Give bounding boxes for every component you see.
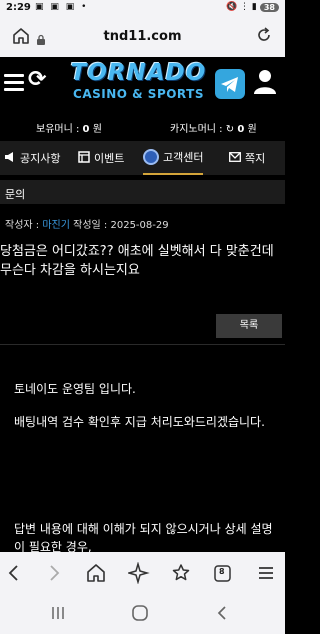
post-meta: 작성자 : 마진기 작성일 : 2025-08-29 (5, 216, 169, 231)
headset-icon (143, 149, 159, 165)
divider (0, 344, 285, 345)
casino-money: 카지노머니 : ↻ 0 원 (170, 120, 257, 135)
site-logo[interactable]: TORNADO CASINO & SPORTS (66, 60, 211, 106)
android-nav-bar (0, 594, 285, 634)
nav-item-message[interactable]: 쪽지 (229, 141, 265, 175)
reply-text: 답변 내용에 대해 이해가 되지 않으시거나 상세 설명이 필요한 경우, (14, 522, 273, 554)
status-time: 2:29 (6, 2, 31, 13)
status-icons: 🔇 ⋮ ▮ (225, 2, 257, 12)
browser-toolbar: 8 (0, 552, 285, 594)
back-icon[interactable] (3, 562, 25, 584)
event-grid-icon (78, 150, 90, 166)
nav-label: 공지사항 (20, 152, 61, 165)
reload-icon[interactable] (255, 26, 273, 48)
home-button-icon[interactable] (131, 604, 149, 626)
logo-subtitle: CASINO & SPORTS (73, 87, 204, 101)
holding-label: 보유머니 : (36, 124, 80, 135)
main-nav: 공지사항 이벤트 고객센터 쪽지 (0, 141, 285, 175)
section-title: 문의 (0, 180, 285, 204)
refresh-icon[interactable]: ↻ (226, 124, 234, 135)
logo-title: TORNADO (70, 60, 207, 86)
nav-item-support[interactable]: 고객센터 (143, 141, 204, 175)
nav-label: 이벤트 (94, 152, 125, 165)
nav-label: 고객센터 (163, 151, 204, 164)
list-button[interactable]: 목록 (216, 314, 282, 338)
author-name: 마진기 (42, 220, 70, 231)
reply-greeting: 토네이도 운영팀 입니다. (14, 382, 136, 396)
url-text[interactable]: tnd11.com (0, 29, 285, 44)
sparkle-icon[interactable] (126, 561, 150, 585)
menu-icon[interactable] (255, 562, 277, 584)
post-title: 당첨금은 어디갔죠?? 애초에 실벳해서 다 맞춘건데 무슨다 차감을 하시는지… (0, 242, 285, 280)
holding-unit: 원 (92, 124, 102, 135)
hamburger-icon[interactable] (4, 74, 24, 92)
reply-text: 배팅내역 검수 확인후 지급 처리도와드리겠습니다. (14, 415, 265, 429)
refresh-icon[interactable]: ⟳ (28, 69, 46, 91)
author-label: 작성자 : (5, 220, 40, 231)
user-icon[interactable] (252, 68, 278, 100)
system-icons: 🔇 ⋮ ▮ 38 (226, 2, 279, 12)
casino-unit: 원 (247, 124, 257, 135)
post-title-line: 당첨금은 어디갔죠?? 애초에 실벳해서 다 맞춘건데 (0, 244, 274, 259)
casino-value: 0 (237, 124, 245, 135)
holding-value: 0 (82, 124, 90, 135)
post-title-line: 무슨다 차감을 하시는지요 (0, 263, 140, 278)
nav-item-event[interactable]: 이벤트 (78, 141, 124, 175)
holding-money: 보유머니 : 0 원 (36, 120, 102, 135)
forward-icon[interactable] (43, 562, 65, 584)
casino-label: 카지노머니 : (170, 124, 223, 135)
envelope-icon (229, 151, 241, 165)
date-value: 2025-08-29 (110, 220, 169, 231)
status-bar: 2:29 ▣ ▣ ▣ • 🔇 ⋮ ▮ 38 (0, 0, 285, 17)
notification-icons: ▣ ▣ ▣ • (35, 2, 89, 12)
home-icon[interactable] (85, 562, 107, 584)
tabs-icon[interactable]: 8 (212, 562, 234, 584)
site-header: ⟳ TORNADO CASINO & SPORTS (0, 57, 285, 111)
back-button-icon[interactable] (214, 604, 230, 626)
nav-label: 쪽지 (245, 152, 266, 165)
tabs-count: 8 (219, 567, 225, 576)
megaphone-icon (4, 151, 16, 166)
money-bar: 보유머니 : 0 원 카지노머니 : ↻ 0 원 (0, 111, 285, 141)
nav-item-notice[interactable]: 공지사항 (4, 141, 60, 175)
date-label: 작성일 : (73, 220, 108, 231)
battery-icon: 38 (259, 2, 279, 12)
telegram-icon[interactable] (215, 69, 245, 99)
bookmark-star-icon[interactable] (170, 562, 192, 584)
recent-apps-icon[interactable] (50, 604, 66, 626)
browser-url-bar: tnd11.com (0, 17, 285, 57)
